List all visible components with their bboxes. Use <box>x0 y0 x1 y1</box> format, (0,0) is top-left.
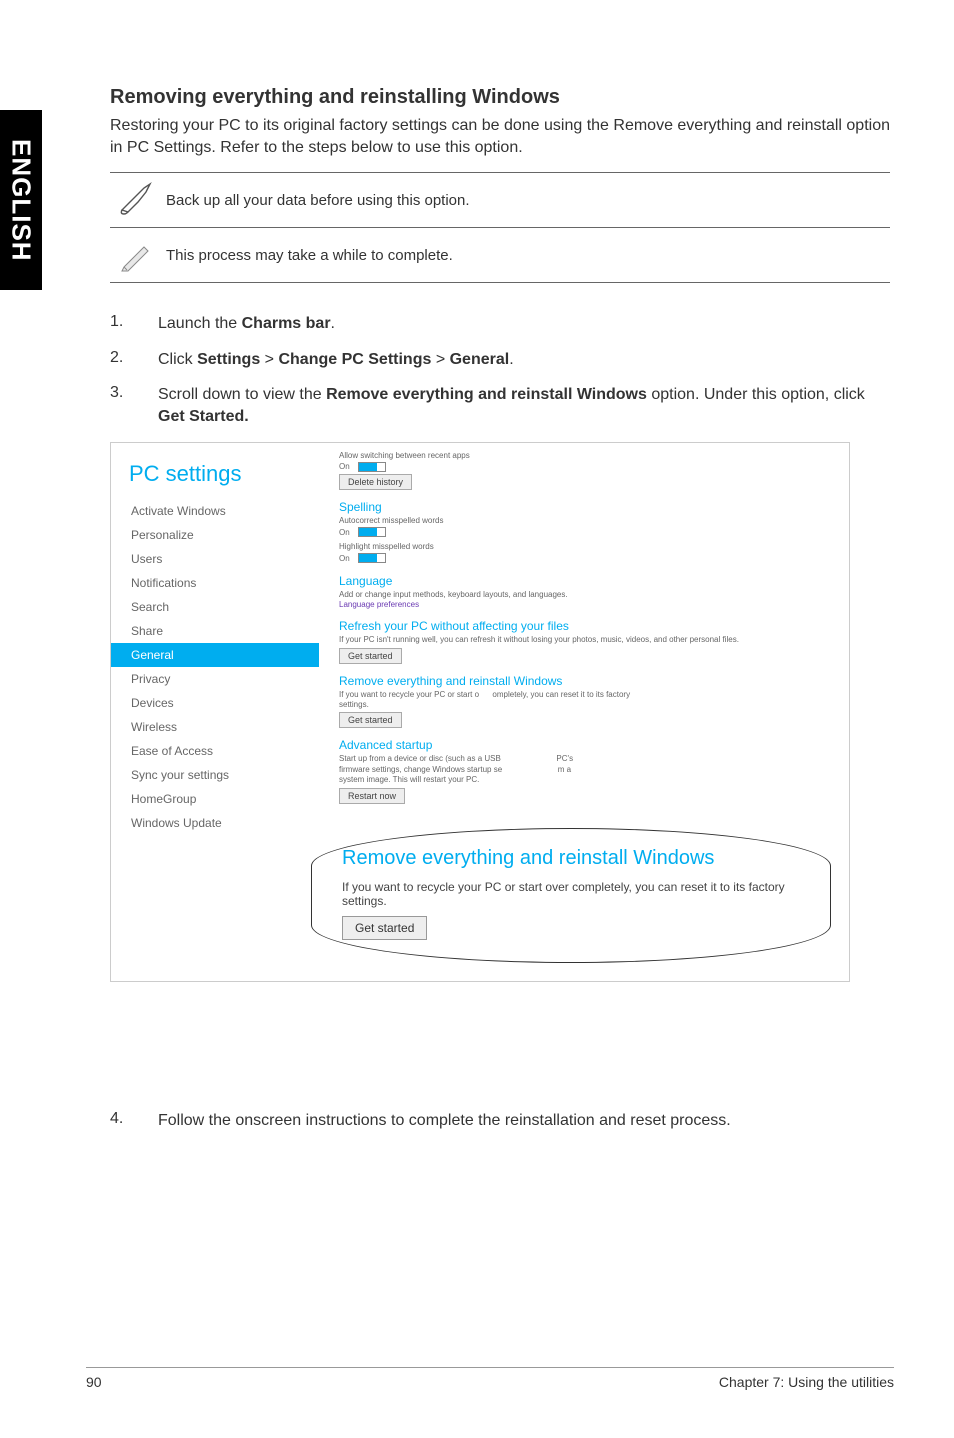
callout-bubble: Remove everything and reinstall Windows … <box>311 828 831 963</box>
text: . <box>331 315 335 332</box>
text-bold: Remove everything and reinstall Windows <box>326 386 647 403</box>
sidebar-item-ease[interactable]: Ease of Access <box>129 739 319 763</box>
intro-text: Restoring your PC to its original factor… <box>110 115 890 158</box>
sidebar-item-sync[interactable]: Sync your settings <box>129 763 319 787</box>
toggle-switch[interactable] <box>358 553 386 563</box>
text: firmware settings, change Windows startu… <box>339 765 502 774</box>
sidebar-item-update[interactable]: Windows Update <box>129 811 319 835</box>
section-heading: Removing everything and reinstalling Win… <box>110 86 890 109</box>
refresh-desc: If your PC isn't running well, you can r… <box>339 635 819 645</box>
pc-settings-screenshot: PC settings Activate Windows Personalize… <box>110 442 850 982</box>
text-bold: Charms bar <box>242 315 331 332</box>
autocorrect-label: Autocorrect misspelled words <box>339 516 819 526</box>
sidebar-item-general[interactable]: General <box>111 643 319 667</box>
text: Launch the <box>158 315 242 332</box>
restart-now-button[interactable]: Restart now <box>339 788 405 804</box>
advanced-desc: Start up from a device or disc (such as … <box>339 754 819 785</box>
text: Start up from a device or disc (such as … <box>339 754 501 763</box>
sidebar-item-privacy[interactable]: Privacy <box>129 667 319 691</box>
text-bold: General <box>450 351 510 368</box>
step-body: Launch the Charms bar. <box>158 313 890 335</box>
separator <box>110 227 890 228</box>
step-body: Scroll down to view the Remove everythin… <box>158 384 890 427</box>
chapter-label: Chapter 7: Using the utilities <box>719 1374 894 1390</box>
text: m a <box>558 765 571 774</box>
sidebar-item-activate[interactable]: Activate Windows <box>129 499 319 523</box>
step-body: Click Settings > Change PC Settings > Ge… <box>158 349 890 371</box>
note-backup: Back up all your data before using this … <box>110 177 890 223</box>
remove-desc: If you want to recycle your PC or start … <box>339 690 819 711</box>
get-started-button[interactable]: Get started <box>339 712 402 728</box>
language-link[interactable]: Language preferences <box>339 600 819 609</box>
text: ompletely, you can reset it to its facto… <box>492 690 630 699</box>
step-body: Follow the onscreen instructions to comp… <box>158 1110 890 1132</box>
note-backup-text: Back up all your data before using this … <box>166 184 890 217</box>
text-bold: Get Started. <box>158 408 249 425</box>
on-label: On <box>339 554 350 563</box>
page-number: 90 <box>86 1374 102 1390</box>
on-label: On <box>339 462 350 471</box>
sidebar-item-users[interactable]: Users <box>129 547 319 571</box>
callout-text: If you want to recycle your PC or start … <box>342 880 800 908</box>
text: settings. <box>339 700 369 709</box>
text: option. Under this option, click <box>647 386 865 403</box>
text: system image. This will restart your PC. <box>339 775 479 784</box>
separator <box>110 282 890 283</box>
note-time: This process may take a while to complet… <box>110 232 890 278</box>
text: PC's <box>556 754 573 763</box>
hand-icon <box>110 180 166 220</box>
separator <box>110 172 890 173</box>
text-bold: Change PC Settings <box>278 351 431 368</box>
step-number: 4. <box>110 1110 158 1132</box>
get-started-button[interactable]: Get started <box>339 648 402 664</box>
toggle-switch[interactable] <box>358 462 386 472</box>
sidebar-item-wireless[interactable]: Wireless <box>129 715 319 739</box>
highlight-label: Highlight misspelled words <box>339 542 819 552</box>
text: If you want to recycle your PC or start … <box>339 690 479 699</box>
sidebar-item-search[interactable]: Search <box>129 595 319 619</box>
advanced-heading: Advanced startup <box>339 738 819 752</box>
language-tab: ENGLISH <box>0 110 42 290</box>
step-number: 2. <box>110 349 158 371</box>
sidebar-item-notifications[interactable]: Notifications <box>129 571 319 595</box>
text: > <box>431 351 449 368</box>
step-number: 1. <box>110 313 158 335</box>
step-1: 1. Launch the Charms bar. <box>110 313 890 335</box>
language-heading: Language <box>339 574 819 588</box>
spelling-heading: Spelling <box>339 500 819 514</box>
step-4: 4. Follow the onscreen instructions to c… <box>110 1110 890 1132</box>
text: > <box>260 351 278 368</box>
main-content: Removing everything and reinstalling Win… <box>110 86 890 982</box>
sidebar-item-homegroup[interactable]: HomeGroup <box>129 787 319 811</box>
steps-list: 1. Launch the Charms bar. 2. Click Setti… <box>110 313 890 427</box>
text: . <box>509 351 513 368</box>
text-bold: Settings <box>197 351 260 368</box>
switch-label: Allow switching between recent apps <box>339 451 819 461</box>
refresh-heading: Refresh your PC without affecting your f… <box>339 619 819 633</box>
note-time-text: This process may take a while to complet… <box>166 239 890 272</box>
remove-heading: Remove everything and reinstall Windows <box>339 674 819 688</box>
sidebar-item-share[interactable]: Share <box>129 619 319 643</box>
callout-title: Remove everything and reinstall Windows <box>342 847 800 870</box>
step-3: 3. Scroll down to view the Remove everyt… <box>110 384 890 427</box>
callout-get-started-button[interactable]: Get started <box>342 916 427 940</box>
delete-history-button[interactable]: Delete history <box>339 474 412 490</box>
text: Click <box>158 351 197 368</box>
page-footer: 90 Chapter 7: Using the utilities <box>86 1367 894 1390</box>
settings-title: PC settings <box>129 461 319 487</box>
on-label: On <box>339 528 350 537</box>
settings-sidebar: PC settings Activate Windows Personalize… <box>129 455 319 835</box>
settings-panel: Allow switching between recent apps On D… <box>339 451 819 804</box>
step-2: 2. Click Settings > Change PC Settings >… <box>110 349 890 371</box>
sidebar-item-devices[interactable]: Devices <box>129 691 319 715</box>
pencil-icon <box>110 235 166 275</box>
step-number: 3. <box>110 384 158 427</box>
sidebar-item-personalize[interactable]: Personalize <box>129 523 319 547</box>
language-desc: Add or change input methods, keyboard la… <box>339 590 819 600</box>
toggle-switch[interactable] <box>358 527 386 537</box>
text: Scroll down to view the <box>158 386 326 403</box>
